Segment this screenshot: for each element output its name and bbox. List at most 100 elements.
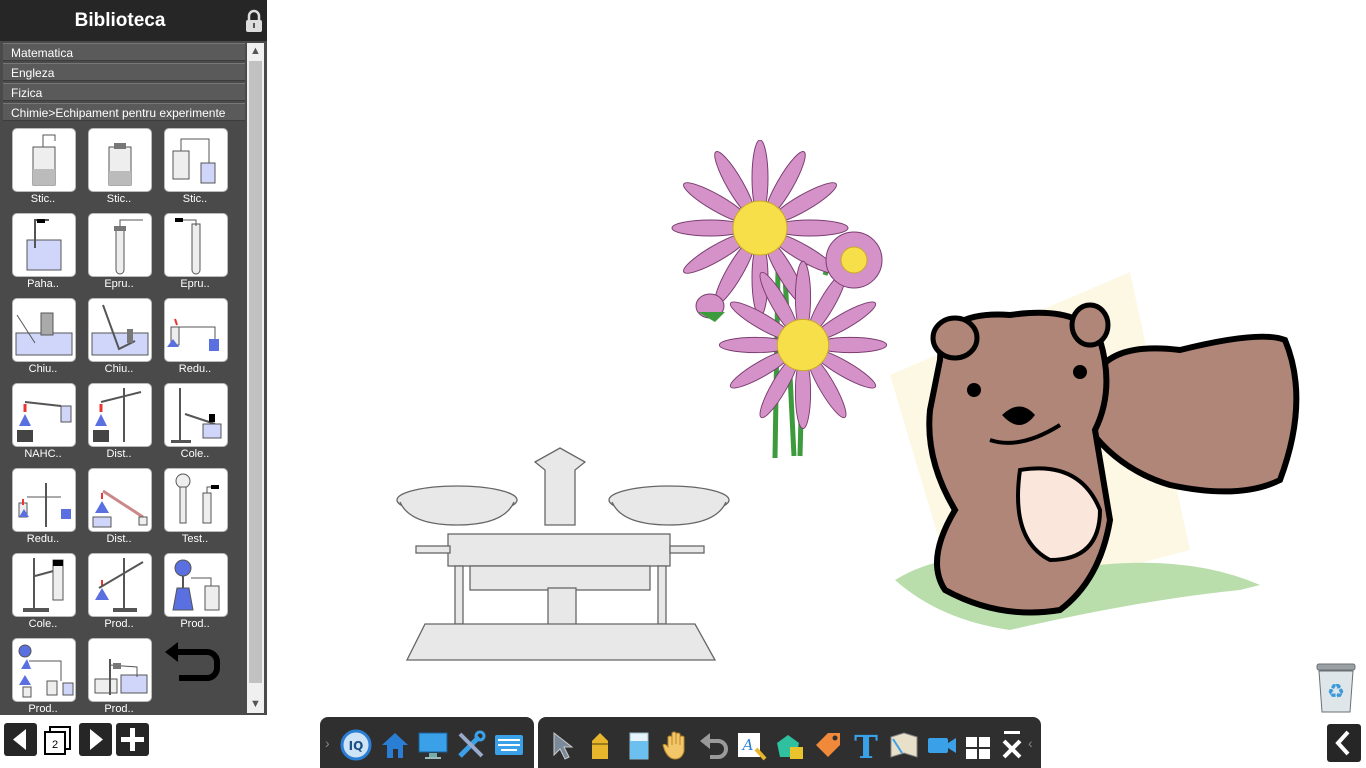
- lock-icon[interactable]: [244, 9, 264, 33]
- toolbar-left: › IQ: [320, 717, 534, 768]
- text-icon[interactable]: T: [850, 728, 882, 766]
- prev-page-button[interactable]: [4, 723, 37, 756]
- library-item[interactable]: NAHC..: [11, 383, 77, 463]
- library-item-label: Cole..: [28, 618, 58, 630]
- library-item[interactable]: Dist..: [87, 468, 153, 548]
- page-navigation: 2: [0, 715, 267, 768]
- camera-icon[interactable]: [926, 729, 958, 761]
- home-icon[interactable]: [379, 729, 411, 761]
- library-item-thumbnail: [164, 213, 228, 277]
- add-page-button[interactable]: [116, 723, 149, 756]
- library-item[interactable]: Stic..: [11, 128, 77, 208]
- page-indicator[interactable]: 2: [41, 723, 74, 756]
- library-item-thumbnail: [12, 468, 76, 532]
- library-item[interactable]: Test..: [163, 468, 229, 548]
- category-fizica[interactable]: Fizica: [3, 83, 245, 101]
- grid-menu-icon[interactable]: [964, 729, 996, 761]
- trash-bin-icon[interactable]: ♻: [1313, 662, 1359, 714]
- toolbar-expand-icon[interactable]: ›: [325, 735, 330, 751]
- tag-icon[interactable]: [812, 729, 844, 761]
- library-item[interactable]: Redu..: [163, 298, 229, 378]
- library-item[interactable]: Cole..: [11, 553, 77, 633]
- keyboard-icon[interactable]: [493, 729, 525, 761]
- library-item[interactable]: Cole..: [163, 383, 229, 463]
- eraser-icon[interactable]: [622, 729, 654, 761]
- library-item[interactable]: Prod..: [87, 553, 153, 633]
- library-item[interactable]: Prod..: [163, 553, 229, 633]
- library-item[interactable]: Epru..: [87, 213, 153, 293]
- library-item-thumbnail: [12, 128, 76, 192]
- category-engleza[interactable]: Engleza: [3, 63, 245, 81]
- library-item-thumbnail: [12, 213, 76, 277]
- category-chimie[interactable]: Chimie>Echipament pentru experimente: [3, 103, 245, 121]
- next-page-button[interactable]: [79, 723, 112, 756]
- library-title: Biblioteca: [74, 10, 166, 31]
- tools-icon[interactable]: [455, 729, 487, 761]
- library-item-thumbnail: [164, 128, 228, 192]
- svg-text:A: A: [741, 736, 754, 754]
- library-item[interactable]: Redu..: [11, 468, 77, 548]
- toolbar-right: A T ‹: [538, 717, 1041, 768]
- undo-icon[interactable]: [698, 729, 730, 761]
- library-item-label: Epru..: [104, 278, 134, 290]
- library-item[interactable]: Prod..: [87, 638, 153, 718]
- scroll-up-icon[interactable]: ▲: [247, 43, 264, 60]
- library-item-thumbnail: [88, 553, 152, 617]
- page-number: 2: [51, 739, 59, 751]
- library-item[interactable]: Stic..: [87, 128, 153, 208]
- library-scrollbar[interactable]: ▲ ▼: [247, 43, 264, 713]
- library-item-thumbnail: [12, 383, 76, 447]
- collapse-panel-button[interactable]: [1327, 724, 1361, 762]
- category-matematica[interactable]: Matematica: [3, 43, 245, 61]
- library-item[interactable]: Paha..: [11, 213, 77, 293]
- library-item-thumbnail: [88, 213, 152, 277]
- library-item-label: Stic..: [182, 193, 208, 205]
- library-item-thumbnail: [164, 298, 228, 362]
- scroll-thumb[interactable]: [249, 61, 262, 683]
- library-header: Biblioteca: [0, 0, 267, 41]
- library-item-thumbnail: [164, 383, 228, 447]
- library-item-label: Dist..: [106, 533, 132, 545]
- balance-scale-image[interactable]: [396, 447, 730, 661]
- svg-text:IQ: IQ: [349, 739, 364, 753]
- iq-icon[interactable]: IQ: [340, 729, 372, 761]
- library-item-thumbnail: [88, 383, 152, 447]
- library-item[interactable]: Prod..: [11, 638, 77, 718]
- library-item-thumbnail: [12, 298, 76, 362]
- book-icon[interactable]: [888, 729, 920, 761]
- close-toolbar-icon[interactable]: [998, 729, 1030, 761]
- library-item-label: Paha..: [27, 278, 59, 290]
- library-item-label: Chiu..: [28, 363, 58, 375]
- squirrel-image[interactable]: [890, 272, 1300, 630]
- library-item-label: Prod..: [104, 618, 134, 630]
- shapes-icon[interactable]: [774, 729, 806, 761]
- library-item-label: NAHC..: [24, 448, 62, 460]
- back-arrow-icon[interactable]: [161, 638, 223, 693]
- svg-text:T: T: [854, 729, 878, 761]
- library-item[interactable]: Chiu..: [11, 298, 77, 378]
- library-item-label: Test..: [181, 533, 209, 545]
- library-item-label: Prod..: [28, 703, 58, 715]
- hand-icon[interactable]: [660, 729, 692, 761]
- library-item-thumbnail: [88, 638, 152, 702]
- flowers-image[interactable]: [671, 140, 888, 459]
- library-item-thumbnail: [164, 553, 228, 617]
- library-item[interactable]: Stic..: [163, 128, 229, 208]
- library-item-label: Redu..: [178, 363, 212, 375]
- library-item-label: Chiu..: [104, 363, 134, 375]
- toolbar-collapse-icon[interactable]: ‹: [1028, 735, 1033, 751]
- scroll-down-icon[interactable]: ▼: [247, 696, 264, 713]
- library-item-thumbnail: [88, 298, 152, 362]
- library-item[interactable]: Chiu..: [87, 298, 153, 378]
- monitor-icon[interactable]: [417, 729, 449, 761]
- library-item[interactable]: Epru..: [163, 213, 229, 293]
- library-item-label: Epru..: [180, 278, 210, 290]
- pen-icon[interactable]: [584, 729, 616, 761]
- library-item-thumbnail: [88, 468, 152, 532]
- text-search-icon[interactable]: A: [736, 729, 768, 761]
- whiteboard-canvas[interactable]: [380, 140, 1320, 670]
- library-item-label: Prod..: [180, 618, 210, 630]
- pointer-icon[interactable]: [546, 729, 578, 761]
- library-item[interactable]: Dist..: [87, 383, 153, 463]
- library-item-label: Dist..: [106, 448, 132, 460]
